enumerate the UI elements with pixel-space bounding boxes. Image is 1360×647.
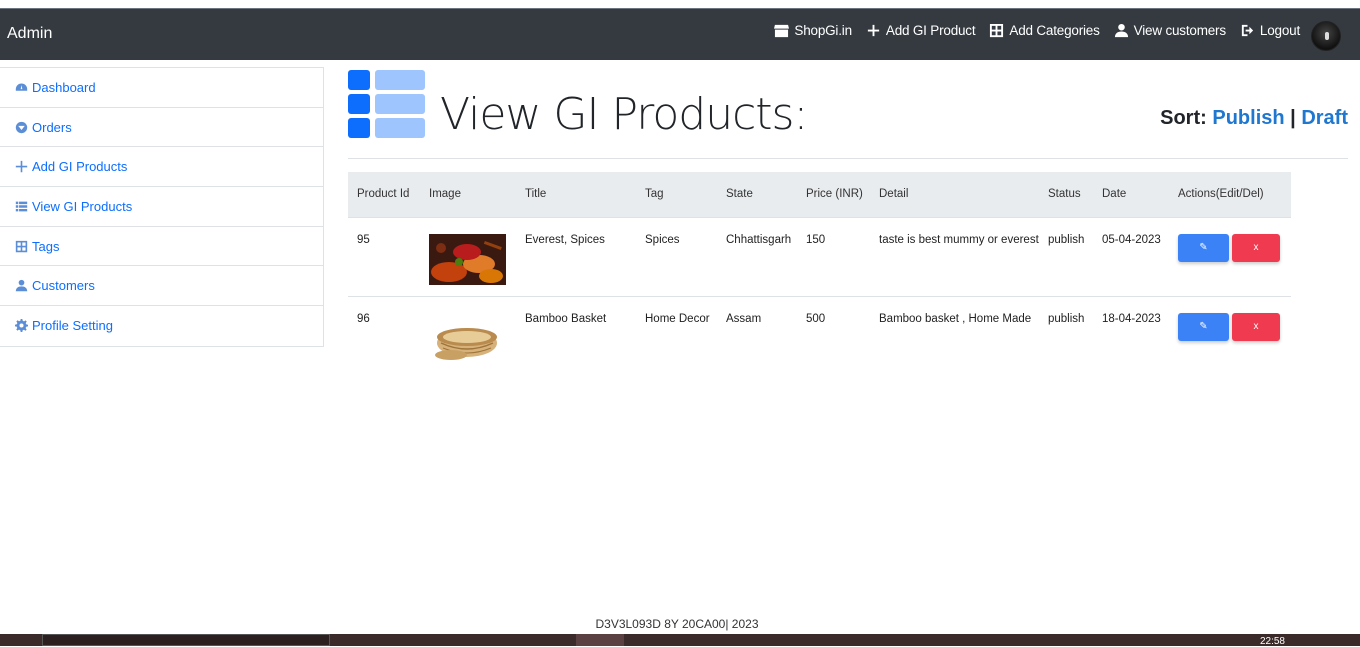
- plus-icon: [15, 161, 28, 173]
- products-table: Product Id Image Title Tag State Price (…: [348, 172, 1291, 375]
- grid-icon: [990, 23, 1004, 38]
- column-header: Price (INR): [797, 172, 870, 217]
- browser-strip: [0, 0, 1360, 9]
- list-icon: [15, 201, 28, 212]
- delete-button[interactable]: x: [1232, 312, 1280, 341]
- nav-add-categories-link[interactable]: Add Categories: [989, 23, 1100, 38]
- cell-actions: ✎ x: [1169, 216, 1291, 296]
- sidebar-item-orders[interactable]: Orders: [0, 108, 323, 148]
- taskbar-search[interactable]: [42, 634, 330, 646]
- sidebar-item-label: Dashboard: [32, 79, 96, 95]
- footer-text: D3V3L093D 8Y 20CA00| 2023: [595, 617, 759, 631]
- cell-tag: Spices: [636, 216, 717, 296]
- sidebar-item-label: Customers: [32, 278, 95, 294]
- sidebar-item-profile-setting[interactable]: Profile Setting: [0, 306, 323, 346]
- store-icon: [774, 24, 790, 38]
- column-header: Status: [1039, 172, 1093, 217]
- user-icon: [15, 280, 28, 292]
- column-header: Actions(Edit/Del): [1169, 172, 1291, 217]
- sidebar-item-tags[interactable]: Tags: [0, 227, 323, 267]
- brand-title[interactable]: Admin: [7, 25, 52, 43]
- sidebar-item-add-gi-products[interactable]: Add GI Products: [0, 147, 323, 188]
- delete-button[interactable]: x: [1232, 233, 1280, 262]
- table-header-row: Product Id Image Title Tag State Price (…: [348, 172, 1291, 217]
- cell-image: [420, 295, 516, 375]
- cell-detail: taste is best mummy or everest: [870, 216, 1039, 296]
- cell-status: publish: [1039, 295, 1093, 375]
- nav-add-product-link[interactable]: Add GI Product: [866, 23, 976, 38]
- avatar[interactable]: [1311, 21, 1341, 51]
- cell-price: 500: [797, 295, 870, 375]
- nav-link-label: Add Categories: [1009, 23, 1100, 38]
- sort-controls: Sort: Publish | Draft: [1160, 107, 1348, 130]
- gear-icon: [15, 319, 28, 333]
- speedometer-icon: [15, 83, 28, 91]
- column-header: State: [717, 172, 797, 217]
- nav-link-label: ShopGi.in: [794, 23, 852, 38]
- sidebar-item-label: View GI Products: [32, 198, 133, 214]
- page-header: View GI Products: Sort: Publish | Draft: [348, 67, 1348, 159]
- cell-tag: Home Decor: [636, 295, 717, 375]
- cell-id: 95: [348, 216, 420, 296]
- grid-icon: [15, 240, 28, 252]
- cell-price: 150: [797, 216, 870, 296]
- sort-separator: |: [1290, 107, 1296, 129]
- edit-button[interactable]: ✎: [1178, 312, 1229, 341]
- column-header: Tag: [636, 172, 717, 217]
- column-header: Detail: [870, 172, 1039, 217]
- nav-link-label: View customers: [1133, 23, 1226, 38]
- sidebar-item-dashboard[interactable]: Dashboard: [0, 68, 323, 108]
- nav-view-customers-link[interactable]: View customers: [1114, 23, 1226, 38]
- sidebar-item-customers[interactable]: Customers: [0, 266, 323, 307]
- sidebar-item-label: Add GI Products: [32, 159, 128, 175]
- cell-title: Everest, Spices: [516, 216, 636, 296]
- table-row: 95 Everest, Spices Spices Chhattisgarh 1…: [348, 216, 1291, 296]
- chevron-circle-down-icon: [15, 121, 28, 133]
- user-icon: [1114, 23, 1128, 38]
- nav-link-label: Add GI Product: [885, 23, 976, 38]
- plus-icon: [867, 24, 880, 37]
- taskbar: 22:58: [0, 634, 1360, 647]
- nav-logout-link[interactable]: Logout: [1240, 23, 1300, 38]
- column-header: Product Id: [348, 172, 420, 217]
- sidebar: Dashboard Orders Add GI Products View GI…: [0, 67, 324, 347]
- cell-status: publish: [1039, 216, 1093, 296]
- cell-title: Bamboo Basket: [516, 295, 636, 375]
- cell-detail: Bamboo basket , Home Made: [870, 295, 1039, 375]
- sort-label: Sort:: [1160, 107, 1207, 129]
- top-navbar: Admin ShopGi.in Add GI Product Add Categ…: [0, 9, 1360, 60]
- sidebar-item-label: Orders: [32, 119, 72, 135]
- list-logo-icon: [348, 70, 425, 138]
- nav-shopgi-link[interactable]: ShopGi.in: [774, 23, 852, 38]
- sidebar-item-label: Tags: [32, 238, 60, 254]
- basket-image: [429, 312, 506, 364]
- cell-image: [420, 216, 516, 296]
- cell-state: Chhattisgarh: [717, 216, 797, 296]
- logout-icon: [1241, 24, 1254, 37]
- column-header: Title: [516, 172, 636, 217]
- column-header: Image: [420, 172, 516, 217]
- edit-button[interactable]: ✎: [1178, 233, 1229, 262]
- page-title: View GI Products:: [440, 89, 808, 140]
- spices-image: [429, 233, 506, 285]
- table-row: 96 Bamboo Basket Home Decor Assam 500 Ba…: [348, 295, 1291, 375]
- cell-date: 18-04-2023: [1093, 295, 1169, 375]
- taskbar-clock: 22:58: [1259, 636, 1285, 647]
- cell-state: Assam: [717, 295, 797, 375]
- main-content: View GI Products: Sort: Publish | Draft …: [348, 67, 1348, 375]
- cell-id: 96: [348, 295, 420, 375]
- sort-draft-link[interactable]: Draft: [1301, 107, 1348, 129]
- nav-link-label: Logout: [1259, 23, 1300, 38]
- sort-publish-link[interactable]: Publish: [1212, 107, 1284, 129]
- cell-date: 05-04-2023: [1093, 216, 1169, 296]
- nav-links: ShopGi.in Add GI Product Add Categories …: [774, 23, 1300, 38]
- cell-actions: ✎ x: [1169, 295, 1291, 375]
- column-header: Date: [1093, 172, 1169, 217]
- taskbar-active-app[interactable]: [576, 634, 624, 646]
- sidebar-item-label: Profile Setting: [32, 318, 113, 334]
- sidebar-item-view-gi-products[interactable]: View GI Products: [0, 187, 323, 227]
